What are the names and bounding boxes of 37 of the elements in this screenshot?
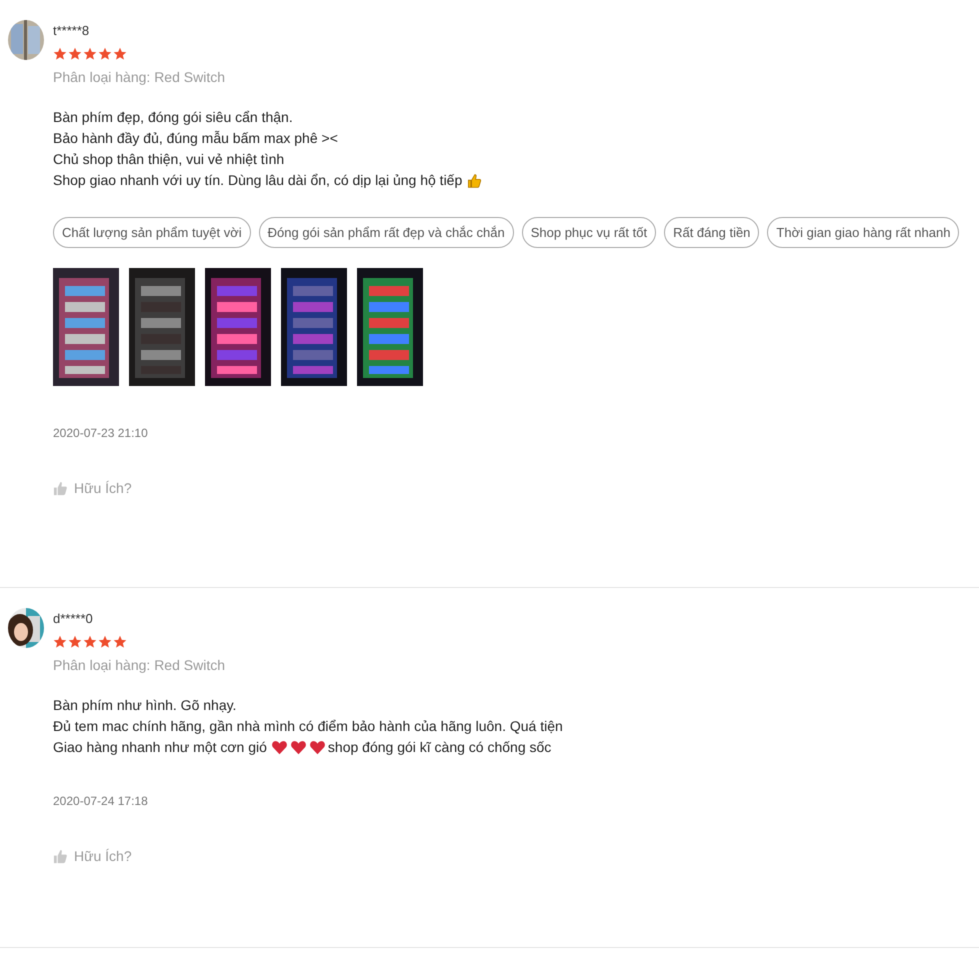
- comment-text: Đủ tem mac chính hãng, gần nhà mình có điểm bảo hành của hãng luôn. Quá tiện: [53, 717, 563, 736]
- star-icon: [68, 47, 82, 61]
- thumbs-up-icon: [466, 172, 482, 188]
- tag-chip: Đóng gói sản phẩm rất đẹp và chắc chắn: [258, 217, 514, 248]
- comment-text: shop đóng gói kĩ càng có chống sốc: [328, 738, 552, 757]
- username: d*****0: [53, 611, 93, 626]
- star-icon: [53, 47, 67, 61]
- review-date: 2020-07-23 21:10: [53, 426, 148, 440]
- star-icon: [53, 635, 67, 649]
- comment-text: Chủ shop thân thiện, vui vẻ nhiệt tình: [53, 150, 284, 169]
- variant-label: Phân loại hàng: Red Switch: [53, 657, 225, 673]
- comment-text: Bàn phím đẹp, đóng gói siêu cẩn thận.: [53, 108, 293, 127]
- comment-text: Bảo hành đầy đủ, đúng mẫu bấm max phê ><: [53, 129, 338, 148]
- thumbs-up-icon: [53, 848, 68, 864]
- helpful-button[interactable]: Hữu Ích?: [53, 480, 132, 496]
- tag-chip: Thời gian giao hàng rất nhanh: [767, 217, 960, 248]
- heart-icon: [270, 739, 288, 756]
- helpful-button[interactable]: Hữu Ích?: [53, 848, 132, 864]
- tag-chip: Chất lượng sản phẩm tuyệt vời: [53, 217, 251, 248]
- tag-chip: Shop phục vụ rất tốt: [522, 217, 656, 248]
- star-icon: [113, 47, 127, 61]
- star-icon: [98, 635, 112, 649]
- comment-text: Shop giao nhanh với uy tín. Dùng lâu dài ổn, có dịp lại ủng hộ tiếp: [53, 171, 462, 190]
- comment-text: Giao hàng nhanh như một cơn gió: [53, 738, 267, 757]
- star-icon: [83, 635, 97, 649]
- variant-label: Phân loại hàng: Red Switch: [53, 69, 225, 85]
- heart-icon: [308, 739, 326, 756]
- review-date: 2020-07-24 17:18: [53, 794, 148, 808]
- username: t*****8: [53, 23, 90, 38]
- star-icon: [113, 635, 127, 649]
- tag-chip: Rất đáng tiền: [664, 217, 760, 248]
- heart-icon: [290, 739, 307, 756]
- star-icon: [83, 47, 97, 61]
- thumbs-up-icon: [53, 480, 68, 496]
- star-icon: [68, 635, 82, 649]
- comment-text: Bàn phím như hình. Gõ nhạy.: [53, 696, 236, 715]
- star-icon: [98, 47, 112, 61]
